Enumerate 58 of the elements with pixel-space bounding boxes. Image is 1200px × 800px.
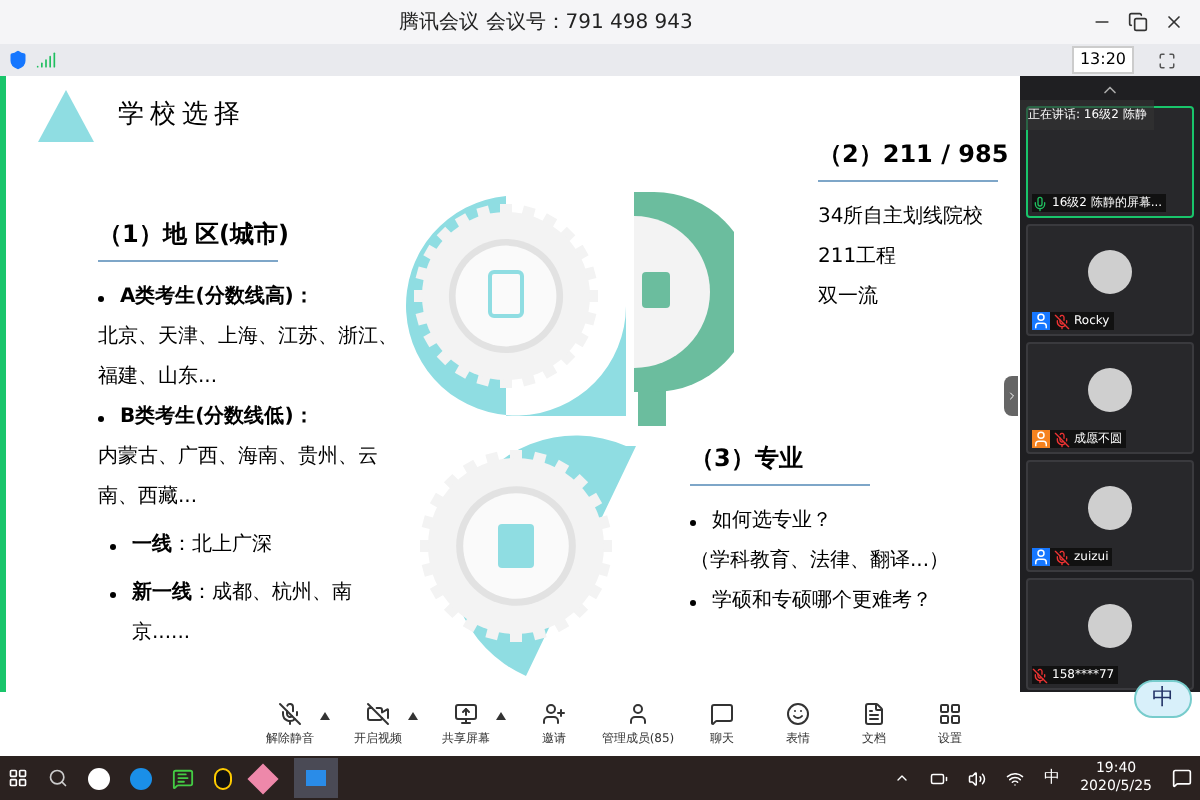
section-heading: （1）地 区(城市) (98, 218, 291, 252)
bullet-text: A类考生(分数线高)： (120, 282, 314, 312)
chat-icon (710, 701, 735, 725)
window-title: 腾讯会议 会议号：791 498 943 (399, 9, 693, 37)
meeting-timer: 13:20 (1071, 46, 1134, 74)
avatar (1088, 367, 1132, 411)
fullscreen-icon[interactable] (1158, 51, 1176, 69)
body-text: 北京、天津、上海、江苏、浙江、福建、山东... (98, 323, 400, 392)
bullet-text: 学硕和专硕哪个更难考？ (712, 587, 932, 616)
chevron-right-icon (1005, 390, 1017, 402)
caret-icon[interactable] (495, 712, 506, 720)
mic-muted-icon (277, 701, 302, 725)
triangle-icon (38, 90, 94, 142)
volume-icon[interactable] (968, 769, 987, 787)
bullet-icon (98, 296, 104, 302)
chat-app-icon[interactable] (172, 767, 194, 789)
app-icon[interactable] (214, 767, 232, 789)
bullet-icon (110, 592, 116, 598)
bullet-text: B类考生(分数线低)： (120, 403, 314, 432)
tray-expand-icon[interactable] (894, 770, 911, 786)
section-heading: （2）211 / 985 (818, 138, 1009, 172)
body-text: 内蒙古、广西、海南、贵州、云南、西藏... (98, 443, 380, 512)
avatar (1088, 485, 1132, 529)
close-icon[interactable] (1164, 12, 1184, 32)
slide-title: 学校选择 (118, 98, 246, 135)
body-text: 34所自主划线院校 (818, 203, 986, 232)
bullet-text: 一线：北上广深 (132, 531, 272, 560)
ime-indicator[interactable]: 中 (1044, 766, 1061, 790)
bullet-text: 如何选专业？ (712, 507, 832, 536)
section-heading: （3）专业 (690, 442, 805, 476)
restore-icon[interactable] (1128, 12, 1148, 32)
collapse-handle[interactable] (1004, 376, 1018, 416)
bullet-icon (690, 520, 696, 526)
notification-icon[interactable] (1172, 768, 1192, 788)
grid-icon (938, 701, 963, 725)
bullet-text: 新一线：成都、杭州、南京...... (132, 578, 354, 648)
body-text: 双一流 (818, 283, 880, 312)
caret-icon[interactable] (407, 712, 418, 720)
body-text: （学科教育、法律、翻译...） (690, 547, 952, 576)
app-icon[interactable] (88, 767, 110, 789)
start-icon[interactable] (8, 768, 28, 788)
invite-user-icon (541, 701, 566, 725)
body-text: 211工程 (818, 244, 899, 272)
bullet-icon (110, 544, 116, 550)
wifi-icon[interactable] (1006, 769, 1025, 787)
video-off-icon (365, 701, 390, 725)
avatar (1088, 249, 1132, 293)
active-app-icon[interactable] (294, 758, 338, 798)
user-icon (625, 701, 650, 725)
bullet-icon (98, 416, 104, 422)
document-icon (862, 701, 887, 725)
battery-icon[interactable] (930, 769, 949, 787)
caret-icon[interactable] (319, 712, 330, 720)
shield-icon[interactable] (8, 50, 28, 70)
smile-icon (786, 701, 811, 725)
avatar (1088, 603, 1132, 647)
screen-share-icon (453, 701, 478, 725)
bullet-icon (690, 600, 696, 606)
